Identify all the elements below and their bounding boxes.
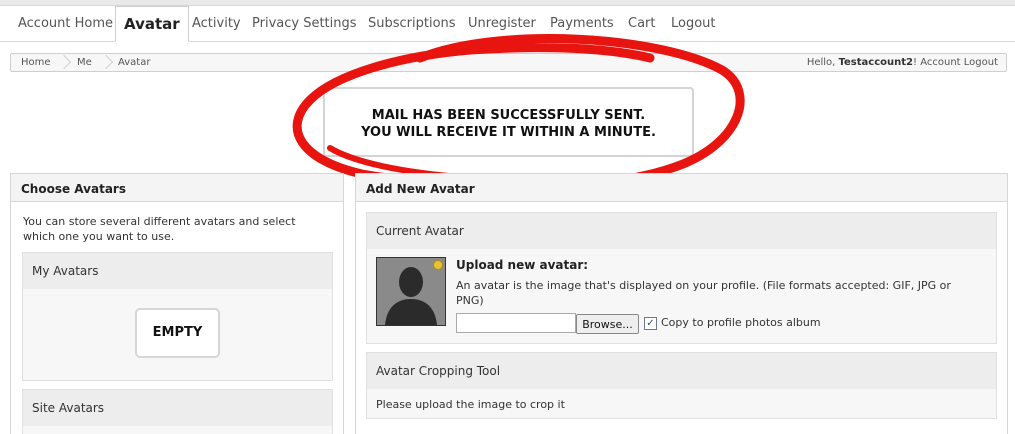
username: Testaccount2 bbox=[838, 57, 913, 68]
upload-description: An avatar is the image that's displayed … bbox=[456, 279, 951, 307]
account-logout-link[interactable]: Account Logout bbox=[920, 57, 998, 68]
add-new-avatar-panel: Add New Avatar Current Avatar Upload new… bbox=[355, 173, 1008, 434]
my-avatars-heading: My Avatars bbox=[23, 253, 332, 289]
copy-to-album-label[interactable]: Copy to profile photos album bbox=[661, 316, 821, 329]
avatar-placeholder-image bbox=[376, 257, 446, 326]
empty-avatars-placeholder: EMPTY bbox=[135, 308, 220, 358]
copy-to-album-checkbox[interactable]: ✓ bbox=[644, 317, 657, 330]
choose-avatars-panel: Choose Avatars You can store several dif… bbox=[10, 173, 344, 434]
breadcrumb-separator bbox=[104, 54, 114, 71]
tab-account-home[interactable]: Account Home bbox=[18, 16, 113, 31]
avatar-cropping-box: Avatar Cropping Tool Please upload the i… bbox=[366, 352, 997, 419]
tab-avatar[interactable]: Avatar bbox=[115, 6, 189, 42]
avatar-cropping-heading: Avatar Cropping Tool bbox=[367, 353, 996, 389]
breadcrumb-separator bbox=[62, 54, 72, 71]
tab-activity[interactable]: Activity bbox=[192, 16, 241, 31]
browse-button[interactable]: Browse... bbox=[576, 314, 639, 334]
breadcrumb-avatar: Avatar bbox=[118, 57, 151, 68]
site-avatars-heading: Site Avatars bbox=[23, 390, 332, 426]
add-new-avatar-title: Add New Avatar bbox=[356, 174, 1007, 202]
crown-icon bbox=[433, 260, 443, 270]
upload-new-avatar-title: Upload new avatar: bbox=[456, 258, 589, 272]
greeting: Hello, Testaccount2! Account Logout bbox=[807, 57, 998, 68]
choose-avatars-title: Choose Avatars bbox=[11, 174, 343, 202]
choose-avatars-description: You can store several different avatars … bbox=[23, 215, 296, 243]
file-path-input[interactable] bbox=[456, 313, 576, 333]
greeting-suffix: ! bbox=[913, 57, 918, 68]
site-avatars-box: Site Avatars bbox=[22, 389, 333, 434]
avatar-cropping-text: Please upload the image to crop it bbox=[376, 398, 565, 411]
my-avatars-box: My Avatars EMPTY bbox=[22, 252, 333, 381]
breadcrumb-home[interactable]: Home bbox=[21, 57, 51, 68]
current-avatar-heading: Current Avatar bbox=[367, 213, 996, 249]
greeting-prefix: Hello, bbox=[806, 57, 836, 68]
breadcrumb-me[interactable]: Me bbox=[77, 57, 92, 68]
current-avatar-box: Current Avatar Upload new avatar: An ava… bbox=[366, 212, 997, 344]
